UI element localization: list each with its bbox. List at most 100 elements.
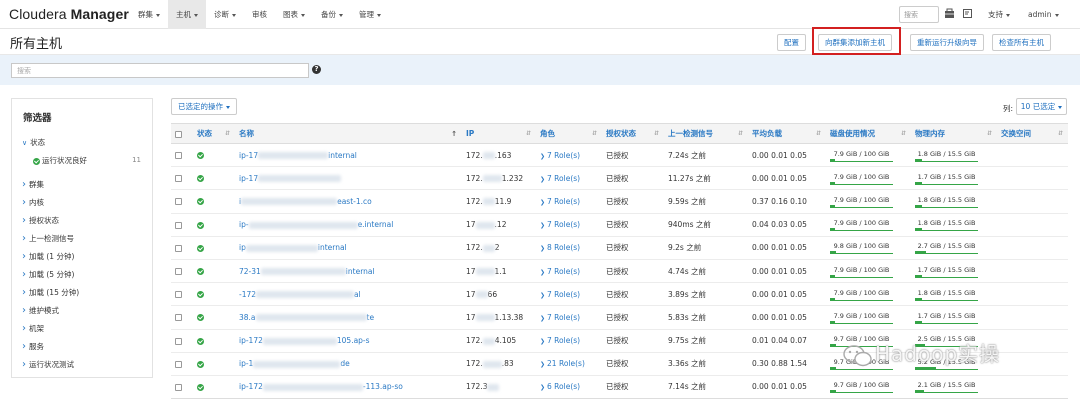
parcel-icon[interactable]: [943, 8, 955, 20]
filter-group-item[interactable]: › 加载 (1 分钟): [22, 251, 74, 262]
swap-space-cell: [997, 189, 1068, 214]
table-row[interactable]: i east-1.co 172. 11.9 ❯ 7 Role(s) 已授权 9.59s 之前 0…: [171, 189, 1068, 214]
row-checkbox[interactable]: [175, 291, 182, 299]
config-button[interactable]: 配置: [777, 34, 806, 51]
roles-link[interactable]: ❯ 7 Role(s): [540, 151, 580, 160]
table-row[interactable]: ip-17 internal 172. .163 ❯ 7 Role(s) 已授权 7.24s …: [171, 143, 1068, 168]
nav-item-5[interactable]: 备份: [313, 0, 351, 29]
filter-group-label: 上一检测信号: [29, 234, 74, 243]
host-search-input[interactable]: 搜索: [11, 63, 309, 78]
col-header-physical-memory[interactable]: 物理内存 ⇵: [911, 123, 997, 144]
nav-item-1[interactable]: 主机: [168, 0, 206, 29]
roles-link[interactable]: ❯ 7 Role(s): [540, 220, 580, 229]
horizontal-scrollbar[interactable]: [171, 398, 1068, 403]
filter-group-item[interactable]: › 内核: [22, 197, 44, 208]
host-name-link[interactable]: ip-172 105.ap-s: [239, 336, 370, 345]
table-row[interactable]: 38.a te 17 1.13.38 ❯ 7 Role(s) 已授权 5.83s 之前 0.00…: [171, 305, 1068, 330]
host-name-link[interactable]: ip-17 internal: [239, 151, 357, 160]
filter-group-item[interactable]: › 加载 (15 分钟): [22, 287, 79, 298]
filter-group-item[interactable]: › 服务: [22, 341, 44, 352]
host-name-link[interactable]: ip-1 de: [239, 359, 350, 368]
host-name-link[interactable]: ip-172 -113.ap-so: [239, 382, 403, 391]
roles-link[interactable]: ❯ 7 Role(s): [540, 197, 580, 206]
top-search-input[interactable]: 搜索: [899, 6, 939, 23]
filter-group-item[interactable]: › 上一检测信号: [22, 233, 74, 244]
col-header-status[interactable]: 状态 ⇵: [193, 123, 235, 144]
cloudera-manager-logo[interactable]: Cloudera Manager: [9, 6, 129, 22]
roles-link[interactable]: ❯ 7 Role(s): [540, 290, 580, 299]
chevron-right-icon: ›: [22, 251, 26, 262]
roles-link[interactable]: ❯ 8 Role(s): [540, 243, 580, 252]
filter-group-item[interactable]: › 群集: [22, 179, 44, 190]
row-checkbox[interactable]: [175, 244, 182, 252]
nav-item-6[interactable]: 管理: [351, 0, 389, 29]
nav-item-4[interactable]: 图表: [275, 0, 313, 29]
row-checkbox[interactable]: [175, 383, 182, 391]
filter-group-item[interactable]: › 授权状态: [22, 215, 59, 226]
help-icon[interactable]: ?: [312, 65, 321, 74]
host-name-link[interactable]: -172 al: [239, 290, 361, 299]
col-header-name[interactable]: 名称 ↑: [235, 123, 462, 144]
roles-link[interactable]: ❯ 7 Role(s): [540, 313, 580, 322]
disk-usage-text: 7.9 GiB / 100 GiB: [833, 311, 890, 320]
roles-link[interactable]: ❯ 6 Role(s): [540, 382, 580, 391]
host-name-end: internal: [317, 243, 347, 253]
filter-group-status[interactable]: ∨ 状态: [22, 137, 45, 148]
table-row[interactable]: ip-e.internal 17.12 ❯ 7 Role(s) 已授权 940ms 之前 0…: [171, 213, 1068, 237]
col-header-disk-usage[interactable]: 磁盘使用情况 ⇵: [826, 123, 911, 144]
host-name-link[interactable]: ip internal: [239, 243, 347, 252]
host-name-link[interactable]: 38.a te: [239, 313, 374, 322]
col-header-load-average[interactable]: 平均负载 ⇵: [748, 123, 826, 144]
nav-item-0[interactable]: 群集: [130, 0, 168, 29]
rerun-upgrade-wizard-button[interactable]: 重新运行升级向导: [910, 34, 984, 51]
filter-group-item[interactable]: › 机架: [22, 323, 44, 334]
support-menu[interactable]: 支持: [988, 0, 1010, 29]
nav-item-3[interactable]: 审核: [244, 0, 275, 29]
host-name-start: ip-: [239, 220, 249, 230]
ip-end: .163: [494, 150, 512, 160]
col-header-ip[interactable]: IP ⇵: [462, 123, 536, 144]
row-checkbox[interactable]: [175, 337, 182, 345]
table-row[interactable]: -172 al 17 66 ❯ 7 Role(s) 已授权 3.89s 之前 0.00 0.01…: [171, 282, 1068, 307]
col-header-last-heartbeat[interactable]: 上一检测信号 ⇵: [664, 123, 748, 144]
expand-arrow-icon: ❯: [540, 361, 546, 369]
sort-icon: ⇵: [1057, 130, 1063, 137]
roles-link[interactable]: ❯ 7 Role(s): [540, 336, 580, 345]
table-row[interactable]: ip-172 -113.ap-so 172.3 ❯ 6 Role(s) 已授权 7.14s …: [171, 375, 1068, 400]
row-checkbox[interactable]: [175, 198, 182, 206]
sort-ascending-icon: ↑: [451, 130, 457, 138]
row-checkbox[interactable]: [175, 175, 182, 183]
select-all-checkbox[interactable]: [175, 130, 182, 138]
filter-status-good[interactable]: 运行状况良好: [33, 155, 87, 166]
col-header-roles[interactable]: 角色 ⇵: [536, 123, 602, 144]
table-row[interactable]: 72-31 internal 17 1.1 ❯ 7 Role(s) 已授权 4.74s 之前 0…: [171, 259, 1068, 284]
auth-status-cell: 已授权: [602, 236, 664, 260]
row-checkbox[interactable]: [175, 152, 182, 160]
row-checkbox[interactable]: [175, 221, 182, 229]
filter-group-item[interactable]: › 维护模式: [22, 305, 59, 316]
host-name-link[interactable]: i east-1.co: [239, 197, 372, 206]
row-checkbox[interactable]: [175, 360, 182, 368]
inspect-all-hosts-button[interactable]: 检查所有主机: [992, 34, 1051, 51]
row-checkbox[interactable]: [175, 268, 182, 276]
columns-select-button[interactable]: 10 已选定: [1016, 98, 1067, 115]
disk-usage-fill: [830, 297, 835, 300]
table-row[interactable]: ip-17 172. 1.232 ❯ 7 Role(s) 已授权 11.27s 之前 0.00…: [171, 166, 1068, 191]
host-name-link[interactable]: ip-e.internal: [239, 220, 393, 229]
filter-group-item[interactable]: › 加载 (5 分钟): [22, 269, 74, 280]
running-commands-icon[interactable]: [961, 8, 973, 20]
col-header-swap-space[interactable]: 交换空间 ⇵: [997, 123, 1068, 144]
user-menu[interactable]: admin: [1028, 0, 1059, 29]
table-row[interactable]: ip internal 172. 2 ❯ 8 Role(s) 已授权 9.2s 之前 0.00 …: [171, 236, 1068, 260]
nav-item-2[interactable]: 诊断: [206, 0, 244, 29]
filter-group-item[interactable]: › 运行状况测试: [22, 359, 74, 370]
row-checkbox[interactable]: [175, 314, 182, 322]
roles-link[interactable]: ❯ 7 Role(s): [540, 267, 580, 276]
host-name-cell: ip-172 -113.ap-so: [235, 375, 462, 400]
selected-actions-button[interactable]: 已选定的操作: [171, 98, 237, 115]
roles-link[interactable]: ❯ 7 Role(s): [540, 174, 580, 183]
col-header-auth-status[interactable]: 授权状态 ⇵: [602, 123, 664, 144]
host-name-link[interactable]: ip-17: [239, 174, 342, 183]
host-name-link[interactable]: 72-31 internal: [239, 267, 375, 276]
roles-link[interactable]: ❯ 21 Role(s): [540, 359, 585, 368]
